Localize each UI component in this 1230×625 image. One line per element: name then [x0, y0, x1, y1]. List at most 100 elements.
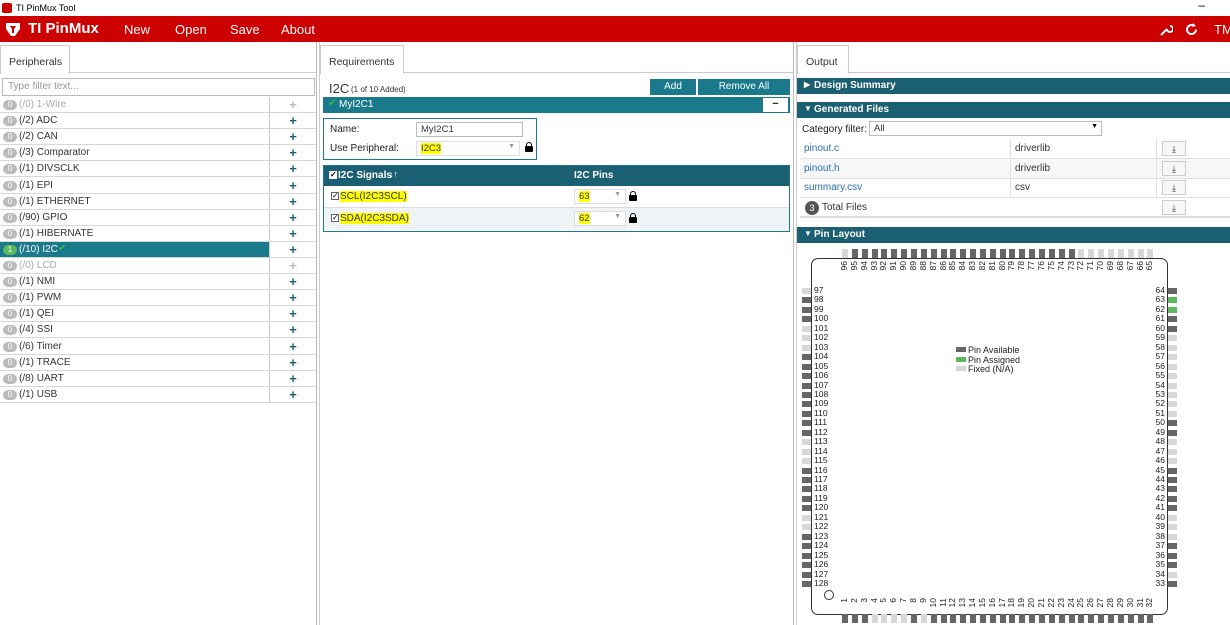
user-initials[interactable]: TM [1214, 22, 1230, 37]
file-link[interactable]: summary.csv [804, 182, 862, 193]
pin-mark[interactable] [1039, 249, 1045, 258]
pin-mark[interactable] [989, 614, 996, 623]
pin-mark[interactable] [920, 249, 927, 258]
pin-mark[interactable] [1168, 495, 1177, 502]
pin-mark[interactable] [1168, 439, 1177, 446]
pin-mark[interactable] [1019, 614, 1026, 623]
pin-mark[interactable] [1168, 562, 1177, 569]
peripheral-filter-input[interactable]: Type filter text... [2, 78, 315, 96]
pin-mark[interactable] [940, 249, 947, 258]
pin-mark[interactable] [960, 614, 967, 623]
peripheral-item[interactable]: 1 (/10) I2C ✔ + [0, 241, 316, 258]
pin-mark[interactable] [802, 439, 811, 446]
pin-mark[interactable] [1168, 363, 1177, 370]
pin-mark[interactable] [930, 249, 937, 258]
peripheral-item[interactable]: 0 (/1) QEI + [0, 306, 316, 323]
pin-mark[interactable] [1168, 533, 1177, 540]
add-peripheral-button[interactable]: + [269, 354, 316, 370]
pin-mark[interactable] [1107, 249, 1114, 258]
use-peripheral-select[interactable]: I2C3 ▼ [416, 141, 520, 156]
pin-mark[interactable] [802, 580, 811, 587]
generated-files-header[interactable]: ▼ Generated Files [797, 102, 1230, 118]
pin-mark[interactable] [1168, 288, 1177, 294]
pin-mark[interactable] [1168, 401, 1177, 408]
lock-icon[interactable] [629, 213, 637, 223]
pin-mark[interactable] [1039, 614, 1045, 623]
pin-mark[interactable] [802, 420, 811, 427]
pin-mark[interactable] [802, 486, 811, 493]
pin-mark[interactable] [1029, 614, 1036, 623]
pin-mark[interactable] [802, 325, 811, 332]
add-peripheral-button[interactable]: + [269, 322, 316, 338]
pin-mark[interactable] [920, 614, 927, 623]
pin-mark[interactable] [1048, 249, 1055, 258]
select-all-checkbox[interactable]: ✓ [329, 171, 337, 179]
pin-mark[interactable] [1168, 514, 1177, 521]
download-icon[interactable]: ⤓ [1162, 180, 1186, 195]
pin-mark[interactable] [1168, 306, 1177, 313]
pin-mark[interactable] [979, 614, 986, 623]
lock-icon[interactable] [629, 191, 637, 201]
pin-mark[interactable] [802, 297, 811, 304]
pin-mark[interactable] [1168, 429, 1177, 436]
pin-mark[interactable] [802, 335, 811, 342]
pin-mark[interactable] [1078, 249, 1085, 258]
pin-mark[interactable] [1168, 571, 1177, 578]
add-peripheral-button[interactable]: + [269, 177, 316, 193]
pin-mark[interactable] [802, 306, 811, 313]
minimize-button[interactable]: – [1198, 0, 1205, 12]
pin-mark[interactable] [881, 249, 888, 258]
pin-mark[interactable] [1168, 373, 1177, 380]
peripheral-item[interactable]: 0 (/1) PWM + [0, 290, 316, 307]
pin-mark[interactable] [802, 571, 811, 578]
add-peripheral-button[interactable]: + [269, 370, 316, 386]
add-peripheral-button[interactable]: + [269, 161, 316, 177]
pin-mark[interactable] [950, 614, 957, 623]
pin-mark[interactable] [802, 391, 811, 398]
category-filter-select[interactable]: All ▼ [869, 121, 1102, 136]
pin-mark[interactable] [901, 249, 908, 258]
peripheral-item[interactable]: 0 (/6) Timer + [0, 338, 316, 355]
remove-all-button[interactable]: Remove All [698, 79, 790, 95]
file-link[interactable]: pinout.h [804, 163, 840, 174]
peripheral-item[interactable]: 0 (/1) USB + [0, 386, 316, 403]
pin-mark[interactable] [1168, 458, 1177, 465]
add-peripheral-button[interactable]: + [269, 225, 316, 241]
pin-mark[interactable] [1088, 614, 1095, 623]
menu-about[interactable]: About [281, 22, 315, 37]
pin-mark[interactable] [1168, 505, 1177, 512]
pin-mark[interactable] [1098, 614, 1105, 623]
pin-mark[interactable] [842, 249, 848, 258]
pin-mark[interactable] [1168, 543, 1177, 550]
pin-mark[interactable] [901, 614, 908, 623]
pin-mark[interactable] [1168, 420, 1177, 427]
pin-mark[interactable] [1117, 249, 1124, 258]
wrench-icon[interactable] [1160, 23, 1173, 36]
pin-mark[interactable] [1029, 249, 1036, 258]
add-peripheral-button[interactable]: + [269, 113, 316, 129]
peripheral-item[interactable]: 0 (/1) DIVSCLK + [0, 161, 316, 178]
pin-mark[interactable] [1009, 249, 1016, 258]
tab-peripherals[interactable]: Peripherals [0, 45, 70, 74]
design-summary-header[interactable]: ▶ Design Summary [797, 78, 1230, 94]
tab-requirements[interactable]: Requirements [320, 45, 404, 74]
signals-header[interactable]: I2C Signals [338, 170, 392, 181]
add-peripheral-button[interactable]: + [269, 209, 316, 225]
pin-mark[interactable] [1088, 249, 1095, 258]
pin-mark[interactable] [1147, 249, 1154, 258]
name-input[interactable]: MyI2C1 [416, 122, 523, 137]
sort-icon[interactable]: ↓↑ [389, 169, 398, 179]
pin-mark[interactable] [1068, 249, 1075, 258]
pin-mark[interactable] [802, 382, 811, 389]
pin-mark[interactable] [802, 373, 811, 380]
pin-mark[interactable] [802, 552, 811, 559]
pin-mark[interactable] [891, 249, 898, 258]
add-peripheral-button[interactable]: + [269, 290, 316, 306]
pin-mark[interactable] [802, 429, 811, 436]
tab-output[interactable]: Output [797, 45, 849, 74]
pin-mark[interactable] [802, 505, 811, 512]
pin-mark[interactable] [1168, 297, 1177, 304]
pin-mark[interactable] [1168, 382, 1177, 389]
add-button[interactable]: Add [650, 79, 696, 95]
pin-mark[interactable] [1107, 614, 1114, 623]
